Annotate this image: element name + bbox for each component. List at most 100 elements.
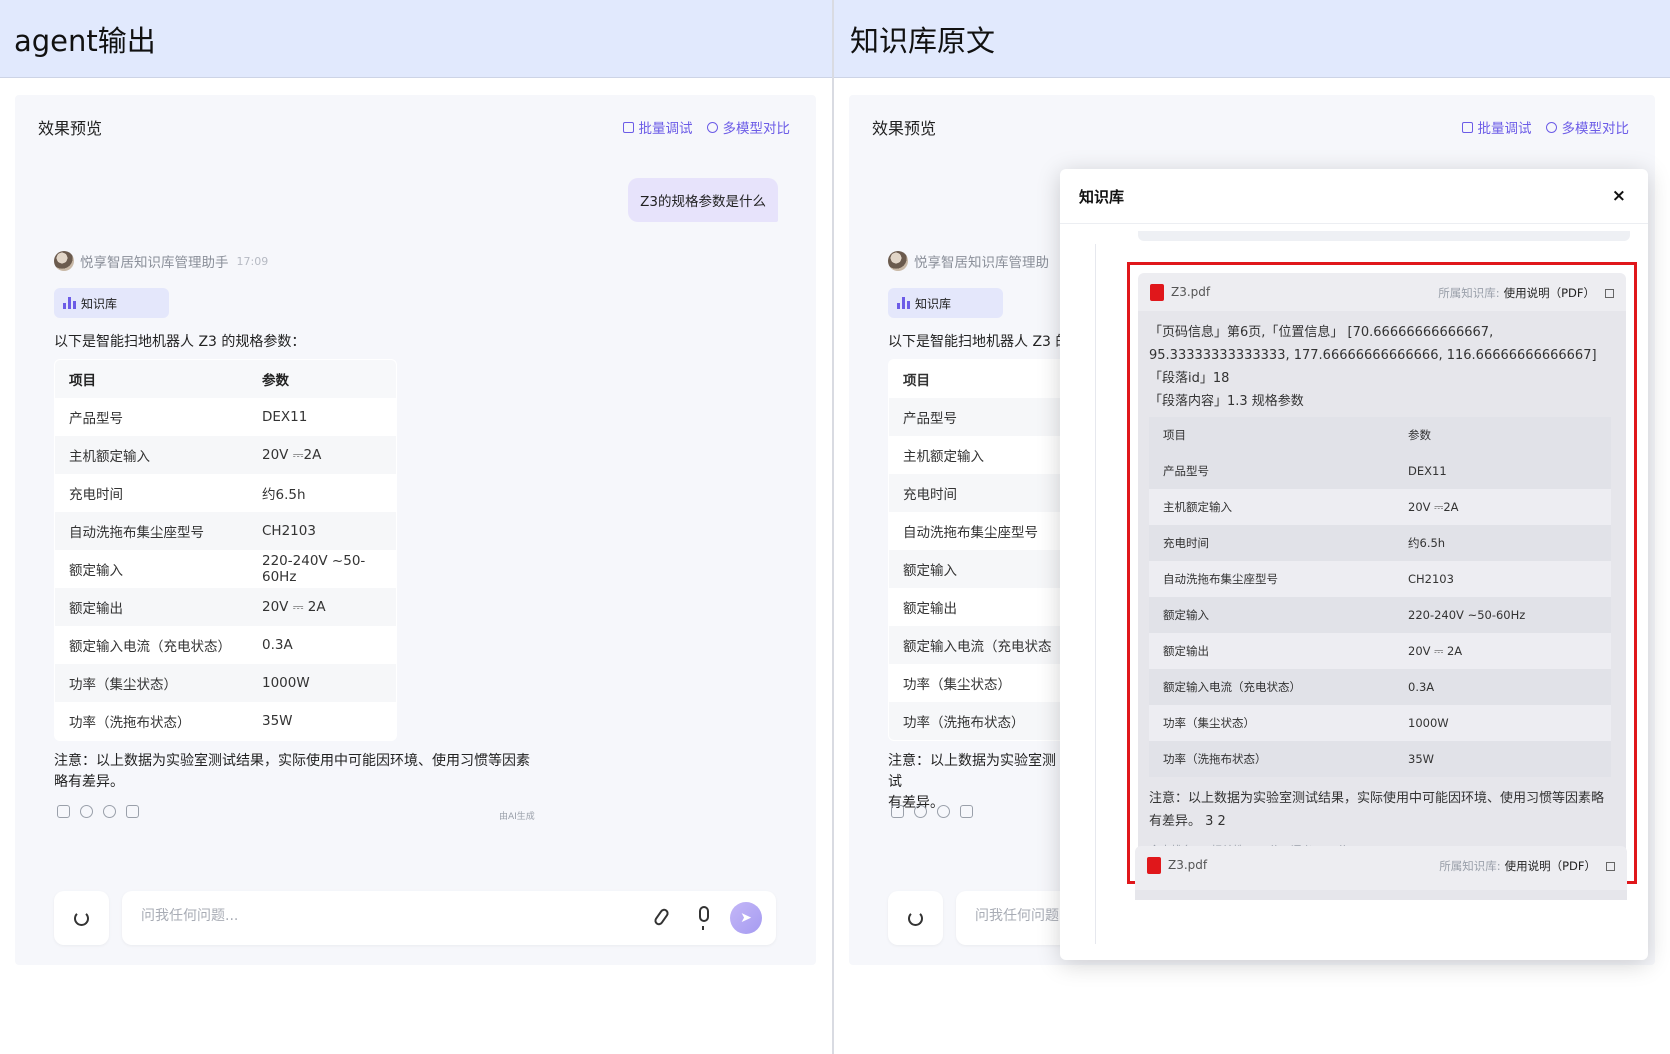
table-row: 产品型号 DEX11	[1149, 453, 1611, 489]
copy-icon[interactable]	[57, 805, 70, 818]
microphone-icon[interactable]	[699, 906, 709, 930]
open-external-icon[interactable]	[1606, 861, 1615, 871]
preview-panel: 效果预览 批量调试 多模型对比 Z3的规格参数是什么 悦享智居知识库管理助手 1…	[15, 95, 816, 965]
compare-icon	[1545, 121, 1557, 133]
panel-title: 效果预览	[872, 119, 937, 138]
kb-spec-table: 项目 参数 产品型号 DEX11 主机额定输入 20V ⎓2A 充电时间 约6.5h 自动洗…	[1149, 417, 1611, 777]
row-label: 自动洗拖布集尘座型号	[903, 525, 1038, 541]
table-row: 额定输入电流（充电状态） 0.3A	[1149, 669, 1611, 705]
play-icon[interactable]	[937, 805, 950, 818]
bar-chart-icon	[897, 297, 910, 309]
row-label: 自动洗拖布集尘座型号	[1149, 561, 1394, 597]
row-label: 功率（洗拖布状态）	[889, 702, 1067, 740]
chat-input-bar: ➤	[122, 891, 776, 945]
row-label: 额定输出	[903, 601, 957, 617]
close-icon[interactable]: ×	[1612, 186, 1626, 206]
table-row: 自动洗拖布集尘座型号 CH2103	[55, 512, 396, 550]
knowledge-base-chip[interactable]: 知识库	[54, 288, 169, 318]
row-label: 主机额定输入	[1149, 489, 1394, 525]
table-row: 额定输出	[889, 588, 1067, 626]
table-row: 功率（集尘状态）	[889, 664, 1067, 702]
regenerate-icon[interactable]	[80, 805, 93, 818]
table-row: 额定输入 220-240V ~50-60Hz	[1149, 597, 1611, 633]
row-value: 220-240V ~50-60Hz	[262, 553, 366, 585]
spec-table: 项目 参数 产品型号 DEX11 主机额定输入 20V ⎓2A 充电时间 约6.5h 自动洗…	[54, 359, 397, 741]
batch-debug-button[interactable]: 批量调试	[1461, 117, 1532, 137]
agent-output-column: agent输出 效果预览 批量调试 多模型对比 Z3的规格参数是什么 悦享智居知…	[0, 0, 834, 1054]
open-external-icon[interactable]	[1605, 288, 1614, 298]
table-row: 自动洗拖布集尘座型号 CH2103	[1149, 561, 1611, 597]
dislike-icon[interactable]	[960, 805, 973, 818]
table-header: 项目	[1149, 417, 1394, 453]
kb-note: 注意：以上数据为实验室测试结果，实际使用中可能因环境、使用习惯等因素略有差异。 …	[1149, 791, 1605, 829]
batch-debug-icon	[1461, 121, 1473, 133]
row-value: DEX11	[262, 409, 308, 425]
row-value: 20V ⎓2A	[248, 436, 396, 474]
knowledge-base-modal: 知识库 × Z3.pdf 所属知识库: 使用说明（PDF） 「页码信息」第6页,…	[1060, 169, 1648, 960]
copy-icon[interactable]	[891, 805, 904, 818]
row-label: 功率（洗拖布状态）	[1149, 741, 1394, 777]
file-name[interactable]: Z3.pdf	[1171, 285, 1210, 299]
table-row: 主机额定输入 20V ⎓2A	[1149, 489, 1611, 525]
row-label: 功率（洗拖布状态）	[69, 715, 191, 731]
send-button[interactable]: ➤	[730, 902, 762, 934]
table-row: 额定输入 220-240V ~50-60Hz	[55, 550, 396, 588]
highlighted-hit: Z3.pdf 所属知识库: 使用说明（PDF） 「页码信息」第6页,「位置信息」…	[1127, 262, 1637, 884]
knowledge-base-chip[interactable]: 知识库	[888, 288, 1003, 318]
kb-hit-card: Z3.pdf 所属知识库: 使用说明（PDF） 「页码信息」第6页,「位置信息」…	[1138, 273, 1626, 873]
row-label: 额定输入	[1149, 597, 1394, 633]
compare-icon	[706, 121, 718, 133]
modal-header: 知识库	[1060, 169, 1648, 224]
table-row: 额定输入电流（充电状态	[889, 626, 1067, 664]
row-label: 充电时间	[69, 487, 123, 503]
batch-debug-button[interactable]: 批量调试	[622, 117, 693, 137]
table-row: 额定输入	[889, 550, 1067, 588]
row-label: 主机额定输入	[55, 436, 248, 474]
play-icon[interactable]	[103, 805, 116, 818]
multi-model-compare-button[interactable]: 多模型对比	[1545, 117, 1629, 137]
row-value: 1000W	[1394, 705, 1611, 741]
table-row: 充电时间 约6.5h	[1149, 525, 1611, 561]
dislike-icon[interactable]	[126, 805, 139, 818]
row-value: 35W	[1394, 741, 1611, 777]
batch-debug-icon	[622, 121, 634, 133]
paragraph-content: 「段落内容」1.3 规格参数	[1149, 394, 1304, 409]
table-row: 额定输出 20V ⎓ 2A	[1149, 633, 1611, 669]
answer-note: 注意：以上数据为实验室测试结果，实际使用中可能因环境、使用习惯等因素略有差异。	[54, 753, 530, 790]
table-row: 项目	[889, 360, 1067, 398]
new-chat-button[interactable]	[54, 891, 109, 945]
refresh-icon	[74, 910, 89, 926]
timeline-line	[1095, 244, 1096, 944]
attachment-icon[interactable]	[652, 907, 671, 927]
table-row: 功率（洗拖布状态） 35W	[55, 702, 396, 740]
column-title: agent输出	[14, 23, 156, 58]
table-row: 充电时间	[889, 474, 1067, 512]
file-name[interactable]: Z3.pdf	[1168, 858, 1207, 872]
multi-model-compare-button[interactable]: 多模型对比	[706, 117, 790, 137]
chat-input[interactable]	[139, 907, 623, 925]
source-kb-name: 使用说明（PDF）	[1504, 859, 1596, 873]
row-value: 220-240V ~50-60Hz	[1394, 597, 1611, 633]
answer-intro: 以下是智能扫地机器人 Z3 的规格参数：	[54, 334, 306, 350]
row-value: CH2103	[248, 512, 396, 550]
card-source: 所属知识库: 使用说明（PDF）	[1438, 285, 1614, 301]
row-label: 充电时间	[889, 474, 1067, 512]
row-label: 产品型号	[1149, 453, 1394, 489]
source-kb-name: 使用说明（PDF）	[1503, 286, 1595, 300]
regenerate-icon[interactable]	[914, 805, 927, 818]
new-chat-button[interactable]	[888, 891, 943, 945]
table-row: 产品型号 DEX11	[55, 398, 396, 436]
row-label: 额定输入	[69, 563, 123, 579]
row-value: CH2103	[1394, 561, 1611, 597]
agent-meta: 悦享智居知识库管理助	[888, 251, 1049, 271]
table-row: 额定输出 20V ⎓ 2A	[55, 588, 396, 626]
table-row: 充电时间 约6.5h	[55, 474, 396, 512]
table-header: 参数	[1394, 417, 1611, 453]
table-row: 功率（集尘状态） 1000W	[55, 664, 396, 702]
column-header: 知识库原文	[834, 0, 1670, 78]
table-row: 额定输入电流（充电状态） 0.3A	[55, 626, 396, 664]
row-value: 20V ⎓ 2A	[248, 588, 396, 626]
table-header: 参数	[248, 360, 396, 398]
message-tools	[891, 805, 973, 818]
message-tools	[57, 805, 139, 818]
